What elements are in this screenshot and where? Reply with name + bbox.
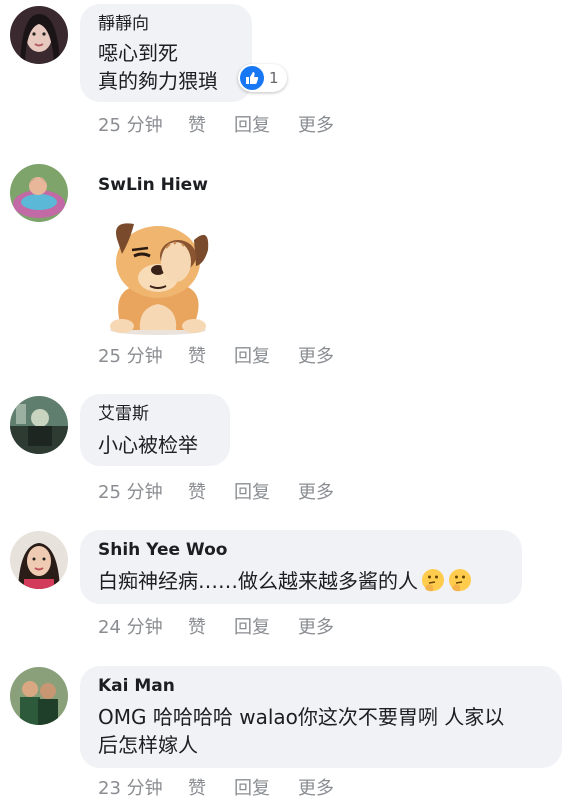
reply-button[interactable]: 回复	[234, 478, 298, 504]
comment-bubble: Shih Yee Woo 白痴神经病……做么越来越多酱的人	[80, 530, 522, 604]
comment-text-line: 白痴神经病……做么越来越多酱的人	[98, 567, 504, 595]
avatar[interactable]	[10, 667, 68, 725]
comment-text-line: 噁心到死	[98, 41, 178, 65]
comment-author[interactable]: 艾雷斯	[98, 403, 212, 425]
comment-timestamp[interactable]: 25 分钟	[98, 342, 188, 368]
reply-button[interactable]: 回复	[234, 613, 298, 639]
comment-timestamp[interactable]: 25 分钟	[98, 111, 188, 137]
comment-actions: 25 分钟 赞 回复 更多	[98, 478, 334, 504]
like-reaction-icon	[240, 66, 264, 90]
facepalm-dog-sticker	[100, 212, 215, 341]
reply-button[interactable]: 回复	[234, 774, 298, 800]
comment-bubble: 艾雷斯 小心被检举	[80, 394, 230, 466]
comment-text-line: 真的夠力猥瑣	[98, 69, 218, 93]
comment-text: 白痴神经病……做么越来越多酱的人	[98, 569, 418, 593]
reaction-count: 1	[269, 69, 279, 87]
comment-author[interactable]: Kai Man	[98, 675, 544, 697]
comment-timestamp[interactable]: 23 分钟	[98, 774, 188, 800]
comment-bubble: Kai Man OMG 哈哈哈哈 walao你这次不要胃咧 人家以 后怎样嫁人	[80, 666, 562, 768]
comment-timestamp[interactable]: 25 分钟	[98, 478, 188, 504]
like-button[interactable]: 赞	[188, 342, 234, 368]
like-button[interactable]: 赞	[188, 478, 234, 504]
like-button[interactable]: 赞	[188, 774, 234, 800]
comment-text-line: OMG 哈哈哈哈 walao你这次不要胃咧 人家以	[98, 705, 505, 729]
reaction-badge[interactable]: 1	[238, 64, 287, 92]
like-button[interactable]: 赞	[188, 111, 234, 137]
avatar[interactable]	[10, 396, 68, 454]
more-button[interactable]: 更多	[298, 342, 334, 368]
more-button[interactable]: 更多	[298, 478, 334, 504]
comment-actions: 24 分钟 赞 回复 更多	[98, 613, 334, 639]
thinking-face-icon	[421, 568, 445, 592]
comment-actions: 25 分钟 赞 回复 更多	[98, 111, 334, 137]
comment-actions: 23 分钟 赞 回复 更多	[98, 774, 334, 800]
comment-actions: 25 分钟 赞 回复 更多	[98, 342, 334, 368]
more-button[interactable]: 更多	[298, 613, 334, 639]
comment-text-line: 小心被检举	[98, 433, 198, 457]
more-button[interactable]: 更多	[298, 774, 334, 800]
like-button[interactable]: 赞	[188, 613, 234, 639]
avatar[interactable]	[10, 6, 68, 64]
more-button[interactable]: 更多	[298, 111, 334, 137]
reply-button[interactable]: 回复	[234, 342, 298, 368]
reply-button[interactable]: 回复	[234, 111, 298, 137]
thinking-face-icon	[448, 568, 472, 592]
comment-author[interactable]: Shih Yee Woo	[98, 539, 504, 561]
comment-text-line: 后怎样嫁人	[98, 733, 198, 757]
avatar[interactable]	[10, 164, 68, 222]
comment-author[interactable]: 靜靜向	[98, 13, 234, 35]
avatar[interactable]	[10, 531, 68, 589]
comment-author[interactable]: SwLin Hiew	[98, 174, 208, 196]
comment-timestamp[interactable]: 24 分钟	[98, 613, 188, 639]
comment-bubble: 靜靜向 噁心到死 真的夠力猥瑣	[80, 4, 252, 102]
